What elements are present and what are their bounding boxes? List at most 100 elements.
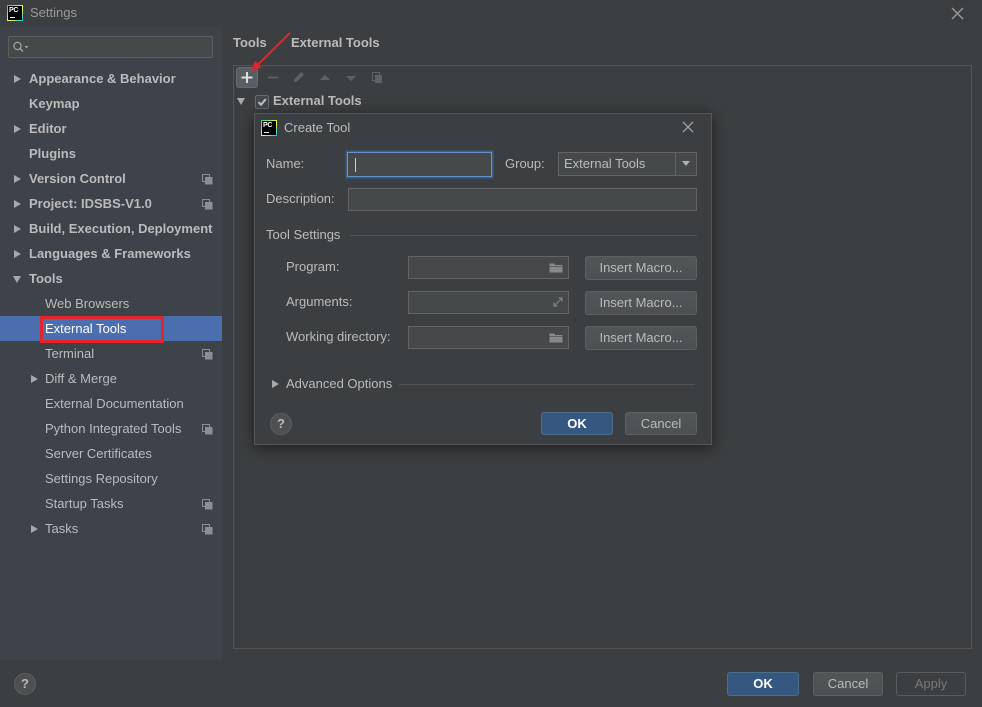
expand-arrow-icon[interactable]	[14, 225, 21, 233]
folder-icon[interactable]	[549, 332, 563, 344]
edit-button[interactable]	[288, 67, 310, 88]
group-checkbox[interactable]	[255, 95, 269, 109]
tree-row-external-tools[interactable]: External Tools	[233, 92, 533, 110]
collapse-arrow-icon[interactable]	[13, 276, 21, 283]
program-input[interactable]	[409, 257, 568, 278]
sidebar-item-settings-repository[interactable]: Settings Repository	[0, 466, 222, 491]
sidebar-item-python-integrated-tools[interactable]: Python Integrated Tools	[0, 416, 222, 441]
sidebar-item-project[interactable]: Project: IDSBS-V1.0	[0, 191, 222, 216]
program-field[interactable]	[408, 256, 569, 279]
move-up-button[interactable]	[314, 67, 336, 88]
sidebar-item-editor[interactable]: Editor	[0, 116, 222, 141]
group-dropdown-button[interactable]	[675, 153, 696, 175]
sidebar-item-label: Tools	[29, 271, 63, 286]
sidebar-item-tools[interactable]: Tools	[0, 266, 222, 291]
working-directory-field[interactable]	[408, 326, 569, 349]
sidebar-item-appearance-behavior[interactable]: Appearance & Behavior	[0, 66, 222, 91]
sidebar-item-build-execution-deployment[interactable]: Build, Execution, Deployment	[0, 216, 222, 241]
search-field[interactable]	[8, 36, 213, 58]
close-icon[interactable]	[951, 7, 964, 20]
sidebar-item-tasks[interactable]: Tasks	[0, 516, 222, 541]
sidebar-item-label: Plugins	[29, 146, 76, 161]
add-button[interactable]	[236, 67, 258, 88]
sidebar-item-diff-merge[interactable]: Diff & Merge	[0, 366, 222, 391]
working-directory-input[interactable]	[409, 327, 568, 348]
sidebar-item-label: Terminal	[45, 346, 95, 361]
close-icon[interactable]	[682, 121, 694, 133]
sidebar-item-web-browsers[interactable]: Web Browsers	[0, 291, 222, 316]
search-input[interactable]	[31, 37, 209, 57]
create-tool-dialog: PC Create Tool Name: Group: External Too…	[254, 113, 712, 445]
dialog-ok-button[interactable]: OK	[541, 412, 613, 435]
arguments-label: Arguments:	[286, 294, 353, 309]
ok-button[interactable]: OK	[727, 672, 799, 696]
expand-arrow-icon[interactable]	[14, 175, 21, 183]
arguments-field[interactable]	[408, 291, 569, 314]
arguments-insert-macro-button[interactable]: Insert Macro...	[585, 291, 697, 315]
sidebar-item-server-certificates[interactable]: Server Certificates	[0, 441, 222, 466]
collapse-arrow-icon[interactable]	[237, 98, 245, 105]
sidebar-item-label: Settings Repository	[45, 471, 158, 486]
pycharm-icon-bar	[264, 132, 269, 133]
working-directory-label: Working directory:	[286, 329, 391, 344]
description-input[interactable]	[349, 189, 696, 210]
help-button[interactable]: ?	[14, 673, 36, 695]
sidebar-item-label: Web Browsers	[45, 296, 130, 311]
remove-icon	[268, 76, 278, 79]
project-level-icon	[202, 198, 213, 210]
edit-icon	[293, 72, 304, 83]
expand-arrow-icon[interactable]	[14, 75, 21, 83]
copy-button[interactable]	[366, 67, 388, 88]
name-field[interactable]	[347, 152, 492, 177]
group-combobox[interactable]: External Tools	[558, 152, 697, 176]
cancel-button[interactable]: Cancel	[813, 672, 883, 696]
dialog-help-button[interactable]: ?	[270, 413, 292, 435]
dialog-cancel-button[interactable]: Cancel	[625, 412, 697, 435]
sidebar-item-label: Keymap	[29, 96, 80, 111]
project-level-icon	[202, 348, 213, 360]
expand-arrow-icon[interactable]	[14, 125, 21, 133]
working-directory-insert-macro-button[interactable]: Insert Macro...	[585, 326, 697, 350]
move-down-button[interactable]	[340, 67, 362, 88]
sidebar-item-languages-frameworks[interactable]: Languages & Frameworks	[0, 241, 222, 266]
apply-button[interactable]: Apply	[896, 672, 966, 696]
pycharm-icon-bar	[10, 17, 15, 18]
expand-icon[interactable]	[552, 296, 564, 308]
checkmark-icon	[257, 98, 267, 107]
sidebar-item-external-documentation[interactable]: External Documentation	[0, 391, 222, 416]
search-icon[interactable]	[12, 41, 30, 53]
title-bar: PC Settings	[0, 0, 982, 27]
description-field[interactable]	[348, 188, 697, 211]
program-label: Program:	[286, 259, 340, 274]
expand-arrow-icon[interactable]	[14, 250, 21, 258]
folder-icon[interactable]	[549, 262, 563, 274]
name-input[interactable]	[348, 153, 491, 176]
pycharm-icon: PC	[261, 120, 277, 136]
group-label: Group:	[505, 156, 545, 171]
expand-arrow-icon[interactable]	[31, 375, 38, 383]
add-icon	[241, 72, 253, 83]
settings-footer: ? OK Cancel Apply	[0, 660, 982, 707]
sidebar-item-label: External Tools	[45, 321, 127, 336]
sidebar-item-label: Project: IDSBS-V1.0	[29, 196, 152, 211]
remove-button[interactable]	[262, 67, 284, 88]
expand-arrow-icon[interactable]	[272, 380, 279, 388]
sidebar-item-label: Diff & Merge	[45, 371, 118, 386]
sidebar-item-label: Python Integrated Tools	[45, 421, 182, 436]
sidebar-item-external-tools[interactable]: External Tools	[0, 316, 222, 341]
sidebar-item-plugins[interactable]: Plugins	[0, 141, 222, 166]
project-level-icon	[202, 173, 213, 185]
copy-icon	[372, 72, 382, 83]
breadcrumb-parent[interactable]: Tools	[233, 35, 267, 51]
arguments-input[interactable]	[409, 292, 568, 313]
sidebar-item-terminal[interactable]: Terminal	[0, 341, 222, 366]
expand-arrow-icon[interactable]	[14, 200, 21, 208]
expand-arrow-icon[interactable]	[31, 525, 38, 533]
sidebar-item-keymap[interactable]: Keymap	[0, 91, 222, 116]
sidebar-item-label: Tasks	[45, 521, 79, 536]
sidebar-item-version-control[interactable]: Version Control	[0, 166, 222, 191]
project-level-icon	[202, 423, 213, 435]
sidebar-item-startup-tasks[interactable]: Startup Tasks	[0, 491, 222, 516]
program-insert-macro-button[interactable]: Insert Macro...	[585, 256, 697, 280]
advanced-options-toggle[interactable]: Advanced Options	[267, 375, 407, 393]
